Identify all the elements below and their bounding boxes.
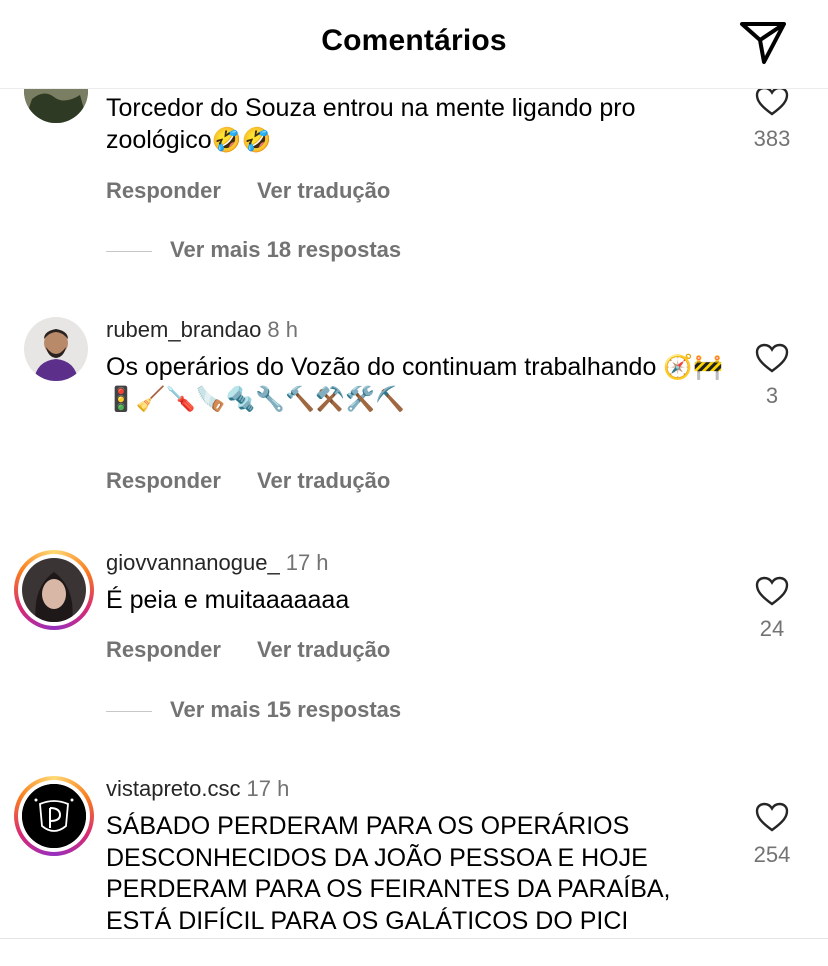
like-control: 24 (742, 576, 802, 642)
comment-meta: rubem_brandao 8 h (106, 317, 298, 343)
view-more-replies[interactable]: Ver mais 15 respostas (106, 697, 401, 723)
reply-divider (106, 710, 152, 712)
heart-outline-icon[interactable] (755, 343, 789, 373)
avatar-image (24, 317, 88, 381)
like-control: 254 (742, 802, 802, 868)
avatar (22, 784, 86, 848)
timestamp: 8 h (267, 317, 298, 342)
like-count: 24 (759, 616, 785, 641)
avatar[interactable] (24, 88, 88, 123)
translate-button[interactable]: Ver tradução (257, 468, 390, 493)
comments-header: Comentários (0, 0, 828, 89)
like-count: 383 (753, 126, 791, 151)
like-count: 254 (753, 842, 791, 867)
like-count: 3 (765, 383, 779, 408)
like-control: 3 (742, 343, 802, 409)
paper-plane-icon (740, 22, 786, 64)
reply-button[interactable]: Responder (106, 637, 221, 662)
comment-meta: giovvannanogue_ 17 h (106, 550, 329, 576)
timestamp: 17 h (246, 776, 290, 801)
username[interactable]: rubem_brandao (106, 317, 261, 342)
reply-button[interactable]: Responder (106, 178, 221, 203)
share-button[interactable] (738, 20, 788, 66)
comment-meta: vistapreto.csc 17 h (106, 776, 289, 802)
comment-actions: Responder Ver tradução (106, 637, 390, 663)
username[interactable]: vistapreto.csc (106, 776, 241, 801)
username[interactable]: giovvannanogue_ (106, 550, 280, 575)
reply-divider (106, 250, 152, 252)
avatar-image (22, 784, 86, 848)
avatar-image (24, 88, 88, 123)
comment-actions: Responder Ver tradução (106, 178, 390, 204)
bottom-bar (0, 938, 828, 966)
comment-text: SÁBADO PERDERAM PARA OS OPERÁRIOS DESCON… (106, 812, 671, 935)
comments-list[interactable]: Torcedor do Souza entrou na mente ligand… (0, 88, 828, 938)
reply-button[interactable]: Responder (106, 468, 221, 493)
avatar (22, 558, 86, 622)
translate-button[interactable]: Ver tradução (257, 178, 390, 203)
timestamp: 17 h (285, 550, 329, 575)
heart-outline-icon[interactable] (755, 576, 789, 606)
avatar-image (22, 558, 86, 622)
view-more-replies[interactable]: Ver mais 18 respostas (106, 237, 401, 263)
translate-button[interactable]: Ver tradução (257, 637, 390, 662)
heart-outline-icon[interactable] (755, 802, 789, 832)
story-ring[interactable] (14, 550, 94, 630)
comment-text: Torcedor do Souza entrou na mente ligand… (106, 94, 636, 154)
like-control: 383 (742, 88, 802, 152)
comment-text: Os operários do Vozão do continuam traba… (106, 353, 724, 413)
avatar[interactable] (24, 317, 88, 381)
comment-actions: Responder Ver tradução (106, 468, 390, 494)
comment-text: É peia e muitaaaaaaa (106, 586, 350, 614)
header-title: Comentários (321, 24, 507, 57)
story-ring[interactable] (14, 776, 94, 856)
heart-outline-icon[interactable] (755, 88, 789, 116)
